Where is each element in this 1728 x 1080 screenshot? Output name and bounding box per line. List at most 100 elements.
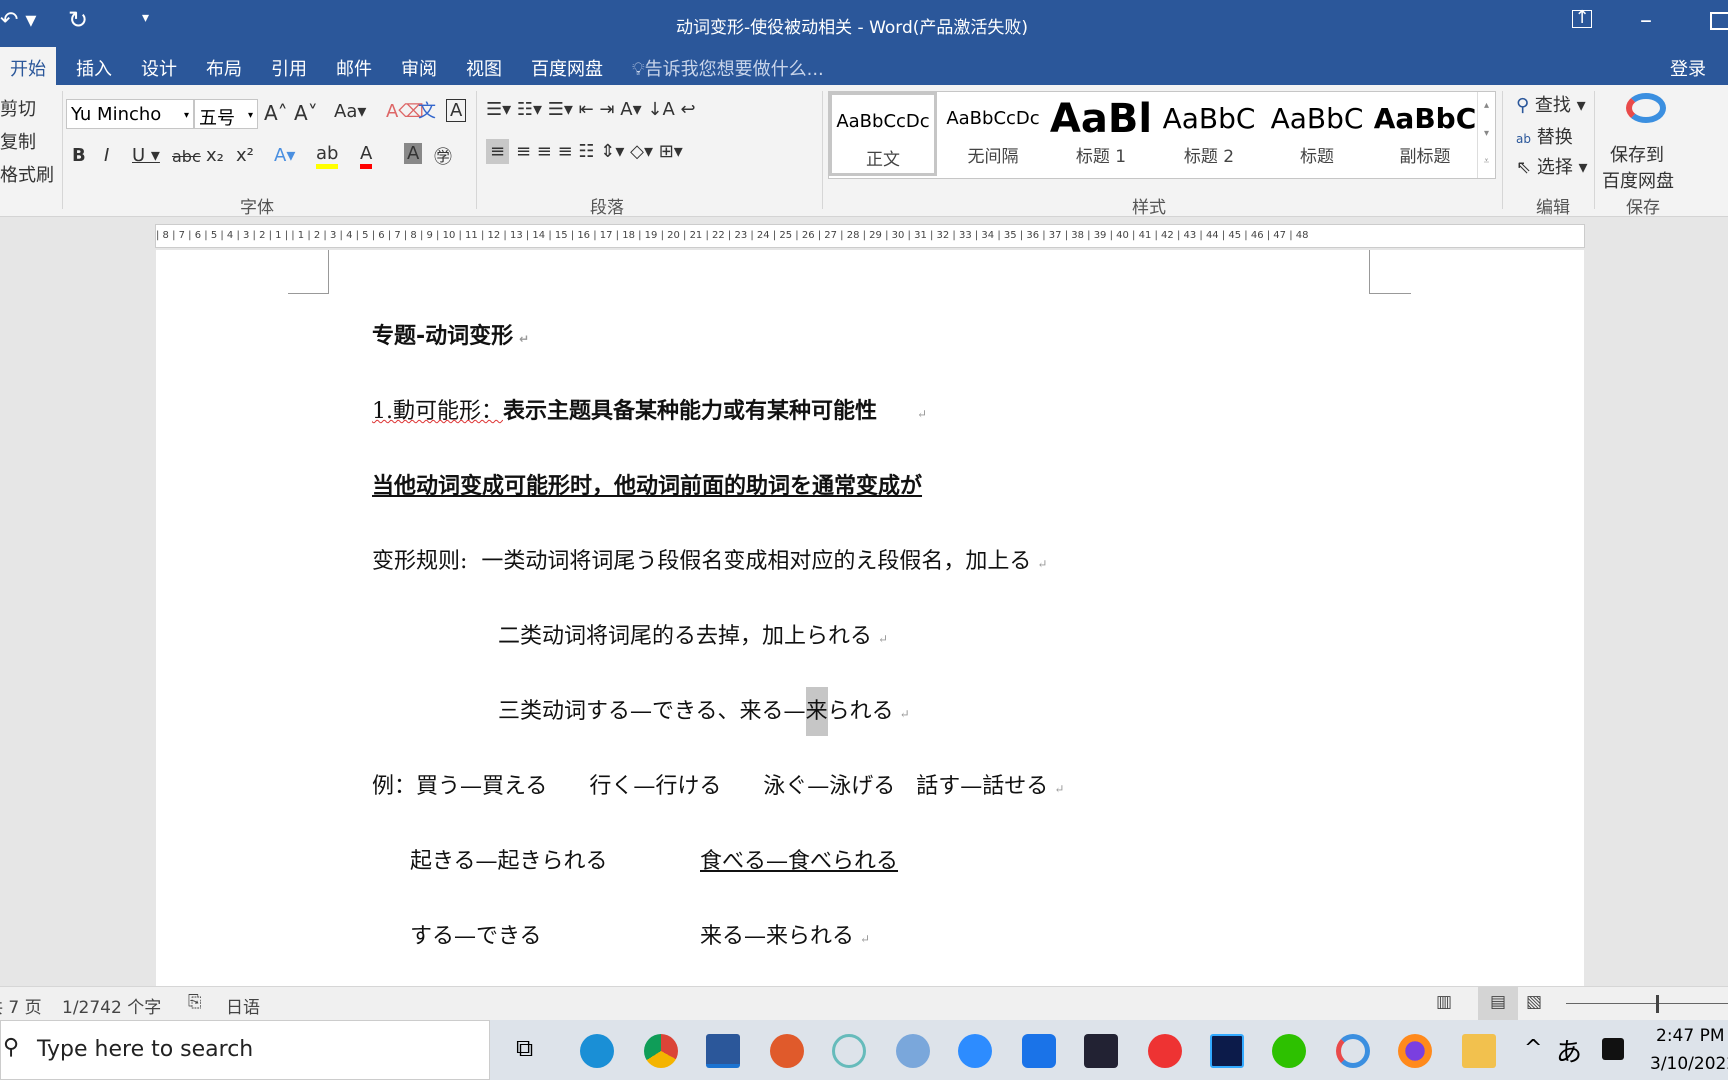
style-heading-1[interactable]: AaBl 标题 1 — [1047, 92, 1155, 176]
zoom-app-icon[interactable] — [958, 1034, 992, 1068]
copy-button[interactable]: 复制 — [0, 128, 36, 154]
tab-references[interactable]: 引用 — [271, 55, 307, 81]
style-normal[interactable]: AaBbCcDc 正文 — [829, 92, 937, 176]
doc-title: 专题-动词变形 ↵ — [372, 324, 530, 349]
taskbar-search-box[interactable]: ⚲ Type here to search — [0, 1020, 490, 1080]
phonetic-guide-icon[interactable]: 文 — [418, 97, 436, 123]
underline-button[interactable]: U ▾ — [132, 145, 160, 166]
edge-icon[interactable] — [580, 1034, 614, 1068]
select-button[interactable]: ⇖ 选择 ▾ — [1516, 153, 1588, 179]
align-left-button[interactable]: ≡ — [486, 139, 510, 164]
baidu-netdisk-icon[interactable] — [1336, 1034, 1370, 1068]
word-icon[interactable] — [706, 1034, 740, 1068]
style-heading-2[interactable]: AaBbC 标题 2 — [1155, 92, 1263, 176]
tab-insert[interactable]: 插入 — [76, 55, 112, 81]
clock-date[interactable]: 3/10/2022 — [1650, 1054, 1728, 1074]
app-icon[interactable] — [832, 1034, 866, 1068]
divider — [1502, 91, 1503, 209]
highlight-color-icon[interactable]: ab — [316, 143, 339, 169]
photoshop-icon[interactable] — [1210, 1034, 1244, 1068]
style-title[interactable]: AaBbC 标题 — [1263, 92, 1371, 176]
language[interactable]: 日语 — [226, 993, 260, 1018]
read-mode-icon[interactable]: ▥ — [1436, 992, 1452, 1012]
tab-view[interactable]: 视图 — [466, 55, 502, 81]
baidu-netdisk-icon — [1626, 93, 1666, 123]
margin-marker — [1369, 250, 1370, 294]
restore-button[interactable] — [1710, 12, 1728, 30]
redo-icon[interactable]: ↻ — [68, 6, 88, 34]
app-icon[interactable] — [770, 1034, 804, 1068]
font-group-label: 字体 — [240, 198, 274, 218]
ime-indicator[interactable]: あ — [1556, 1032, 1582, 1069]
superscript-button[interactable]: x² — [236, 145, 254, 166]
enclose-characters-icon[interactable]: ㊫ — [434, 143, 452, 169]
document-page[interactable]: 专题-动词变形 ↵ 1.動可能形：表示主题具备某种能力或有某种可能性 ↵ 当他动词变… — [156, 250, 1584, 986]
style-no-spacing[interactable]: AaBbCcDc 无间隔 — [939, 92, 1047, 176]
ribbon-display-options-icon[interactable]: ↑ — [1572, 9, 1592, 28]
chrome-icon[interactable] — [644, 1034, 678, 1068]
doc-line-7b: 食べる—食べられる — [700, 849, 899, 874]
ribbon-tabs: 开始 插入 设计 布局 引用 邮件 审阅 视图 百度网盘 💡︎告诉我您想要做什么… — [0, 47, 1728, 85]
find-button[interactable]: ⚲ 查找 ▾ — [1516, 91, 1586, 117]
strikethrough-button[interactable]: abc — [172, 147, 201, 166]
zoom-slider[interactable] — [1566, 1003, 1728, 1004]
title-bar: ↶ ▾ ↻ ▾ 动词变形-使役被动相关 - Word(产品激活失败) ↑ – — [0, 0, 1728, 47]
minimize-button[interactable]: – — [1640, 6, 1652, 34]
word-count[interactable]: 1/2742 个字 — [62, 993, 161, 1018]
format-painter-button[interactable]: 格式刷 — [0, 161, 54, 187]
tab-home[interactable]: 开始 — [0, 47, 56, 85]
app-icon[interactable] — [1022, 1034, 1056, 1068]
tab-review[interactable]: 审阅 — [401, 55, 437, 81]
app-tray-icon[interactable] — [1602, 1038, 1624, 1060]
doc-line-2: 当他动词变成可能形时，他动词前面的助词を通常变成が — [372, 474, 923, 499]
tab-layout[interactable]: 布局 — [206, 55, 242, 81]
tell-me-search[interactable]: 💡︎告诉我您想要做什么... — [632, 55, 824, 81]
font-color-icon[interactable]: A — [360, 143, 373, 169]
styles-scrollbar[interactable]: ▴ ▾ ⩡ — [1477, 92, 1495, 178]
tab-baidu-netdisk[interactable]: 百度网盘 — [531, 55, 603, 81]
grow-font-icon[interactable]: A˄ A˅ — [264, 101, 318, 125]
clock-time[interactable]: 2:47 PM — [1656, 1026, 1725, 1046]
doc-line-7: 起きる—起きられる — [410, 849, 608, 874]
show-hidden-icons[interactable]: ^ — [1524, 1036, 1542, 1061]
tab-mailings[interactable]: 邮件 — [336, 55, 372, 81]
customize-quick-access-icon[interactable]: ▾ — [142, 10, 149, 26]
task-view-icon[interactable]: ⧉ — [516, 1034, 533, 1062]
character-border-icon[interactable]: A — [446, 99, 467, 122]
page-count[interactable]: 共 7 页 — [0, 993, 42, 1018]
italic-button[interactable]: I — [104, 145, 109, 166]
doc-line-4: 二类动词将词尾的る去掉，加上られる ↵ — [498, 624, 889, 649]
cursor-icon: ⇖ — [1516, 157, 1532, 178]
undo-icon[interactable]: ↶ ▾ — [0, 8, 36, 33]
margin-marker — [288, 293, 328, 294]
wechat-icon[interactable] — [1272, 1034, 1306, 1068]
subscript-button[interactable]: x₂ — [206, 145, 224, 166]
text-cursor-selection[interactable]: 来 — [805, 687, 828, 736]
character-shading-icon[interactable]: A — [404, 143, 423, 164]
firefox-icon[interactable] — [1398, 1034, 1432, 1068]
app-icon[interactable] — [1148, 1034, 1182, 1068]
text-effects-icon[interactable]: A▾ — [274, 145, 295, 166]
tab-design[interactable]: 设计 — [141, 55, 177, 81]
styles-group-label: 样式 — [1132, 198, 1166, 218]
bullets-icon[interactable]: ☰▾ ☷▾ ☰▾ ⇤ ⇥ A▾ ↓A ↩ — [486, 99, 696, 120]
font-name-select[interactable]: Yu Mincho ▾ — [66, 99, 194, 129]
save-to-baidu-button[interactable]: 保存到 百度网盘 — [1602, 141, 1674, 193]
cut-button[interactable]: 剪切 — [0, 95, 36, 121]
style-subtitle[interactable]: AaBbC 副标题 — [1371, 92, 1479, 176]
search-icon: ⚲ — [3, 1035, 20, 1060]
file-explorer-icon[interactable] — [1462, 1034, 1496, 1068]
replace-button[interactable]: ab 替换 — [1516, 123, 1573, 149]
zoom-slider-thumb[interactable] — [1656, 995, 1659, 1013]
cat-app-icon[interactable] — [1084, 1034, 1118, 1068]
change-case-icon[interactable]: Aa▾ — [334, 101, 366, 122]
web-layout-icon[interactable]: ▧ — [1526, 992, 1542, 1012]
bold-button[interactable]: B — [72, 145, 86, 166]
sign-in-link[interactable]: 登录 — [1670, 55, 1706, 81]
print-layout-icon[interactable]: ▤ — [1478, 987, 1518, 1020]
align-buttons[interactable]: ≡ ≡ ≡ ☷ ⇕▾ ◇▾ ⊞▾ — [516, 141, 683, 162]
font-size-select[interactable]: 五号 ▾ — [194, 99, 258, 129]
horizontal-ruler[interactable]: | 8 | 7 | 6 | 5 | 4 | 3 | 2 | 1 | | 1 | … — [155, 224, 1585, 248]
r-icon[interactable] — [896, 1034, 930, 1068]
proofing-icon[interactable]: ⎘ — [188, 992, 202, 1012]
